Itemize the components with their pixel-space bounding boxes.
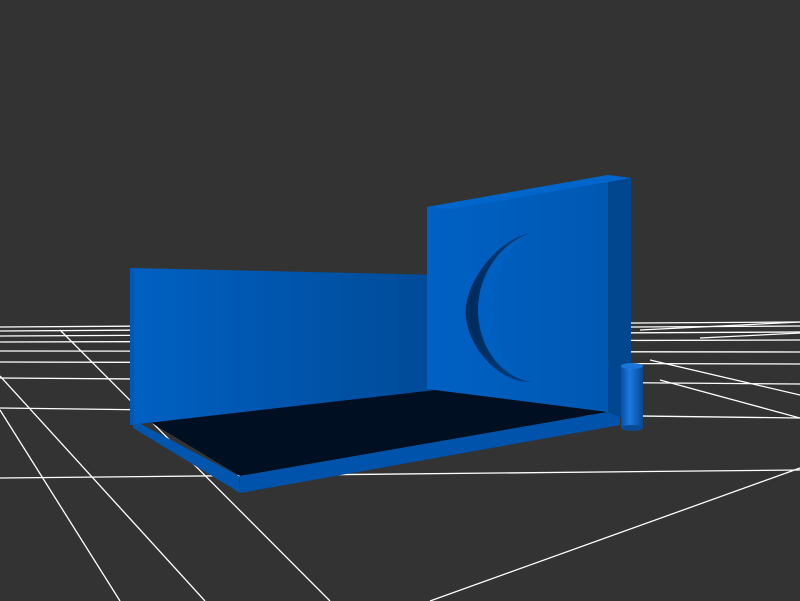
scene-canvas [0,175,800,601]
right-wall-with-slot [427,175,631,423]
cylinder-post [621,363,643,431]
3d-viewport[interactable] [0,0,800,601]
